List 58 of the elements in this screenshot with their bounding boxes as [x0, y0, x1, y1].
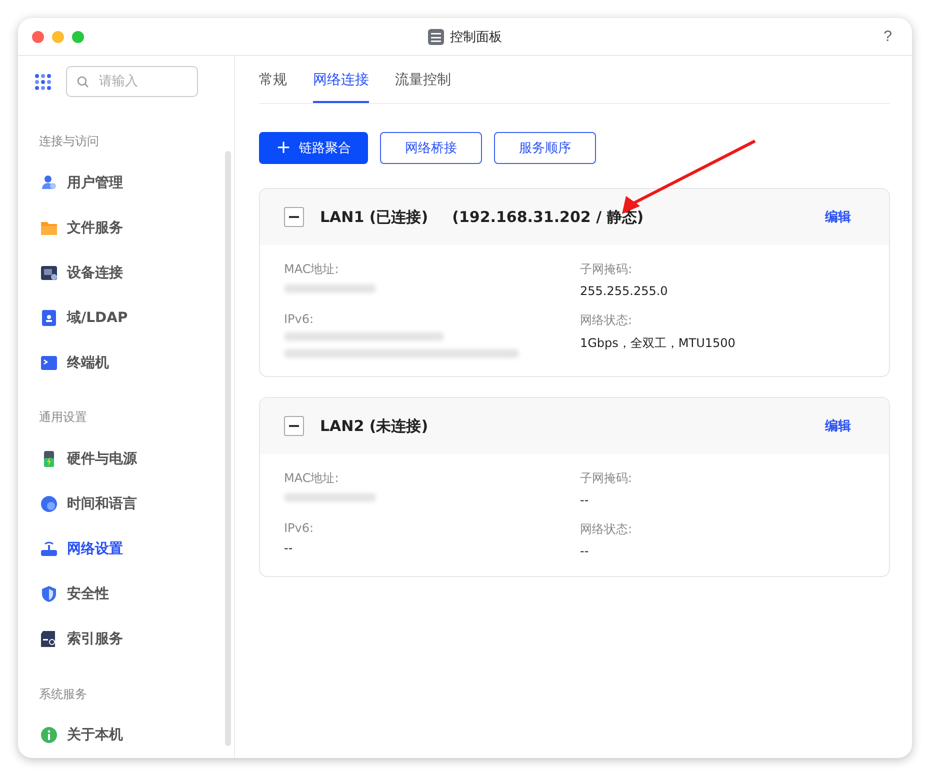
- field-value: --: [284, 541, 294, 555]
- zoom-button[interactable]: [72, 30, 84, 42]
- help-button[interactable]: ?: [878, 27, 898, 46]
- sidebar-item[interactable]: 域/LDAP: [18, 295, 208, 340]
- sidebar-item[interactable]: 时间和语言: [18, 482, 208, 527]
- search-field[interactable]: 请输入: [66, 66, 198, 97]
- toolbar-button[interactable]: 网络桥接: [380, 132, 482, 164]
- router-icon: [40, 540, 58, 558]
- scrollbar[interactable]: [225, 151, 231, 746]
- sidebar-item[interactable]: 网络设置: [18, 526, 208, 572]
- field-value: --: [580, 493, 590, 507]
- field-value: 1Gbps，全双工，MTU1500: [580, 335, 736, 352]
- users-icon: [40, 174, 58, 192]
- field-label: MAC地址:: [284, 261, 340, 278]
- collapse-toggle[interactable]: [284, 207, 304, 227]
- field-label: IPv6:: [284, 521, 315, 535]
- field-label: MAC地址:: [284, 470, 340, 487]
- clock-icon: [40, 495, 58, 514]
- toolbar-button[interactable]: 服务顺序: [494, 132, 596, 164]
- interface-name: LAN2 (未连接): [320, 416, 428, 436]
- sliders-icon: [428, 28, 444, 44]
- section-heading: 通用设置: [38, 409, 88, 426]
- sidebar-item[interactable]: 索引服务: [18, 616, 208, 662]
- section-heading: 系统服务: [38, 686, 88, 703]
- section-heading: 连接与访问: [38, 133, 100, 150]
- edit-link[interactable]: 编辑: [819, 416, 857, 436]
- tab[interactable]: 常规: [259, 71, 287, 103]
- search-icon: [77, 76, 89, 88]
- terminal-icon: [40, 354, 58, 372]
- field-label: 网络状态:: [580, 312, 634, 329]
- index-icon: [40, 630, 58, 648]
- ldap-icon: [40, 308, 58, 327]
- sidebar-item[interactable]: 关于本机: [18, 712, 208, 758]
- sidebar-item[interactable]: 设备连接: [18, 250, 208, 296]
- field-label: IPv6:: [284, 312, 315, 326]
- tab[interactable]: 网络连接: [313, 71, 369, 103]
- info-icon: [40, 726, 58, 744]
- device-icon: [40, 264, 58, 282]
- shield-icon: [40, 585, 58, 604]
- field-value: 255.255.255.0: [580, 284, 669, 298]
- close-button[interactable]: [32, 30, 44, 42]
- field-label: 网络状态:: [580, 521, 634, 538]
- sidebar-item[interactable]: 硬件与电源: [18, 436, 208, 482]
- sidebar-item[interactable]: 用户管理: [18, 160, 208, 206]
- field-label: 子网掩码:: [580, 470, 634, 487]
- field-label: 子网掩码:: [580, 261, 634, 278]
- minimize-button[interactable]: [52, 30, 64, 42]
- field-value: --: [580, 544, 590, 558]
- sidebar-item[interactable]: 安全性: [18, 572, 208, 617]
- app-grid-icon[interactable]: [34, 72, 52, 90]
- interface-name: LAN1 (已连接): [320, 208, 428, 226]
- edit-link[interactable]: 编辑: [819, 207, 857, 227]
- toolbar-button[interactable]: + 链路聚合: [259, 132, 368, 164]
- sidebar-item[interactable]: 终端机: [18, 340, 208, 386]
- window-title: 控制面板: [450, 28, 502, 46]
- sidebar-item[interactable]: 文件服务: [18, 205, 208, 250]
- tab[interactable]: 流量控制: [395, 71, 451, 103]
- collapse-toggle[interactable]: [284, 416, 304, 436]
